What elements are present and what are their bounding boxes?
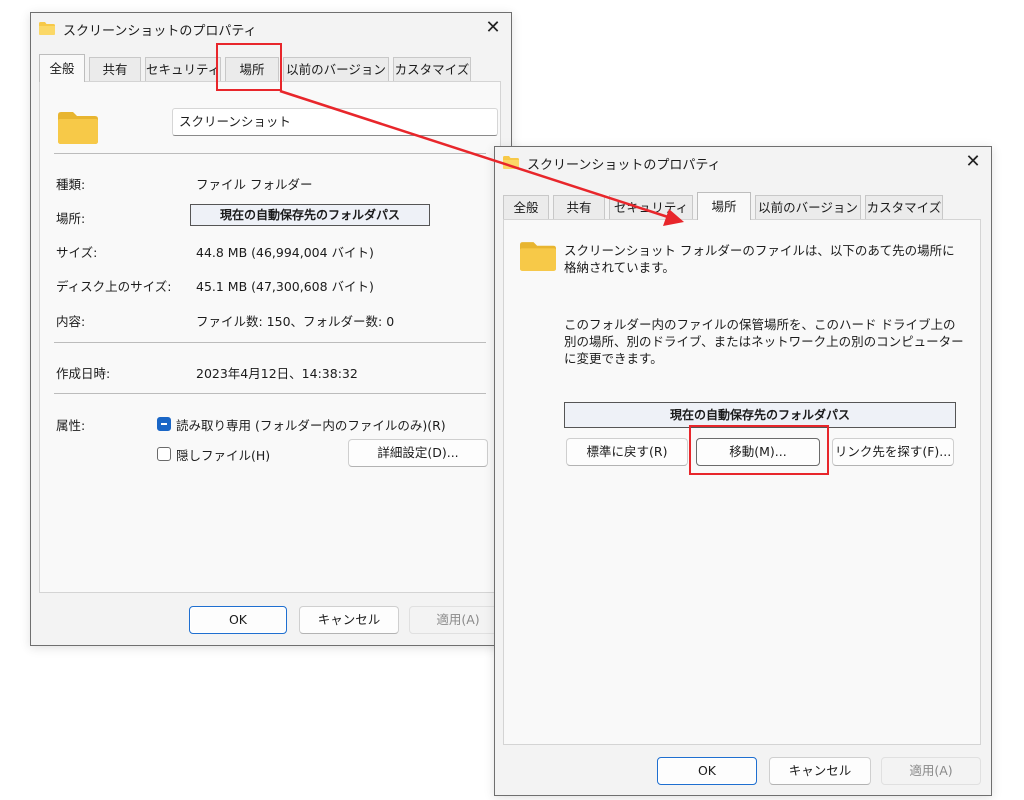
folder-icon xyxy=(503,156,519,169)
contents-label: 内容: xyxy=(56,314,86,329)
dialog-title: スクリーンショットのプロパティ xyxy=(527,158,721,173)
created-label: 作成日時: xyxy=(56,366,111,381)
properties-dialog-location: スクリーンショットのプロパティ ✕ 全般 共有 セキュリティ 場所 以前のバージ… xyxy=(494,146,992,796)
folder-name-input[interactable]: スクリーンショット xyxy=(172,108,498,136)
advanced-button[interactable]: 詳細設定(D)... xyxy=(348,439,488,467)
find-target-button[interactable]: リンク先を探す(F)... xyxy=(832,438,954,466)
move-button[interactable]: 移動(M)... xyxy=(696,438,820,466)
readonly-label[interactable]: 読み取り専用 (フォルダー内のファイルのみ)(R) xyxy=(176,415,446,434)
size-value: 44.8 MB (46,994,004 バイト) xyxy=(196,245,374,260)
dialog-title: スクリーンショットのプロパティ xyxy=(63,24,257,39)
folder-icon xyxy=(520,242,556,271)
close-icon[interactable]: ✕ xyxy=(479,15,507,41)
type-label: 種類: xyxy=(56,177,86,192)
size-label: サイズ: xyxy=(56,245,98,260)
tab-customize[interactable]: カスタマイズ xyxy=(393,57,471,81)
location-path-input[interactable]: 現在の自動保存先のフォルダパス xyxy=(564,402,956,428)
general-tab-panel: スクリーンショット 種類: ファイル フォルダー 場所: 現在の自動保存先のフォ… xyxy=(39,81,501,593)
folder-icon xyxy=(39,22,55,35)
disk-size-value: 45.1 MB (47,300,608 バイト) xyxy=(196,279,374,294)
readonly-checkbox[interactable] xyxy=(157,417,171,431)
type-value: ファイル フォルダー xyxy=(196,177,313,192)
location-path-value: 現在の自動保存先のフォルダパス xyxy=(190,204,430,226)
tab-strip: 全般 共有 セキュリティ 場所 以前のバージョン カスタマイズ xyxy=(503,192,983,221)
hidden-label[interactable]: 隠しファイル(H) xyxy=(176,445,270,464)
contents-value: ファイル数: 150、フォルダー数: 0 xyxy=(196,314,395,329)
apply-button[interactable]: 適用(A) xyxy=(881,757,981,785)
ok-button[interactable]: OK xyxy=(657,757,757,785)
title-bar[interactable]: スクリーンショットのプロパティ ✕ xyxy=(495,147,991,177)
tab-location[interactable]: 場所 xyxy=(697,192,751,220)
tab-previous-versions[interactable]: 以前のバージョン xyxy=(755,195,861,219)
tab-sharing[interactable]: 共有 xyxy=(89,57,141,81)
tab-customize[interactable]: カスタマイズ xyxy=(865,195,943,219)
disk-size-label: ディスク上のサイズ: xyxy=(56,279,172,294)
cancel-button[interactable]: キャンセル xyxy=(299,606,399,634)
hidden-checkbox[interactable] xyxy=(157,447,171,461)
ok-button[interactable]: OK xyxy=(189,606,287,634)
tab-general[interactable]: 全般 xyxy=(39,54,85,82)
location-tab-panel: スクリーンショット フォルダーのファイルは、以下のあて先の場所に格納されています… xyxy=(503,219,981,745)
divider xyxy=(54,153,486,154)
title-bar[interactable]: スクリーンショットのプロパティ ✕ xyxy=(31,13,511,43)
tab-general[interactable]: 全般 xyxy=(503,195,549,219)
tab-location[interactable]: 場所 xyxy=(225,57,279,81)
cancel-button[interactable]: キャンセル xyxy=(769,757,871,785)
restore-default-button[interactable]: 標準に戻す(R) xyxy=(566,438,688,466)
folder-icon xyxy=(58,112,98,144)
apply-button[interactable]: 適用(A) xyxy=(409,606,507,634)
location-label: 場所: xyxy=(56,211,86,226)
divider xyxy=(54,393,486,394)
divider xyxy=(54,342,486,343)
created-value: 2023年4月12日、14:38:32 xyxy=(196,366,358,381)
tab-sharing[interactable]: 共有 xyxy=(553,195,605,219)
tab-previous-versions[interactable]: 以前のバージョン xyxy=(283,57,389,81)
properties-dialog-general: スクリーンショットのプロパティ ✕ 全般 共有 セキュリティ 場所 以前のバージ… xyxy=(30,12,512,646)
tab-security[interactable]: セキュリティ xyxy=(609,195,693,219)
tab-security[interactable]: セキュリティ xyxy=(145,57,221,81)
move-description-text: このフォルダー内のファイルの保管場所を、このハード ドライブ上の別の場所、別のド… xyxy=(564,317,964,366)
attributes-label: 属性: xyxy=(56,418,86,433)
location-info-text: スクリーンショット フォルダーのファイルは、以下のあて先の場所に格納されています… xyxy=(564,243,955,275)
close-icon[interactable]: ✕ xyxy=(959,149,987,175)
tab-strip: 全般 共有 セキュリティ 場所 以前のバージョン カスタマイズ xyxy=(39,54,509,83)
